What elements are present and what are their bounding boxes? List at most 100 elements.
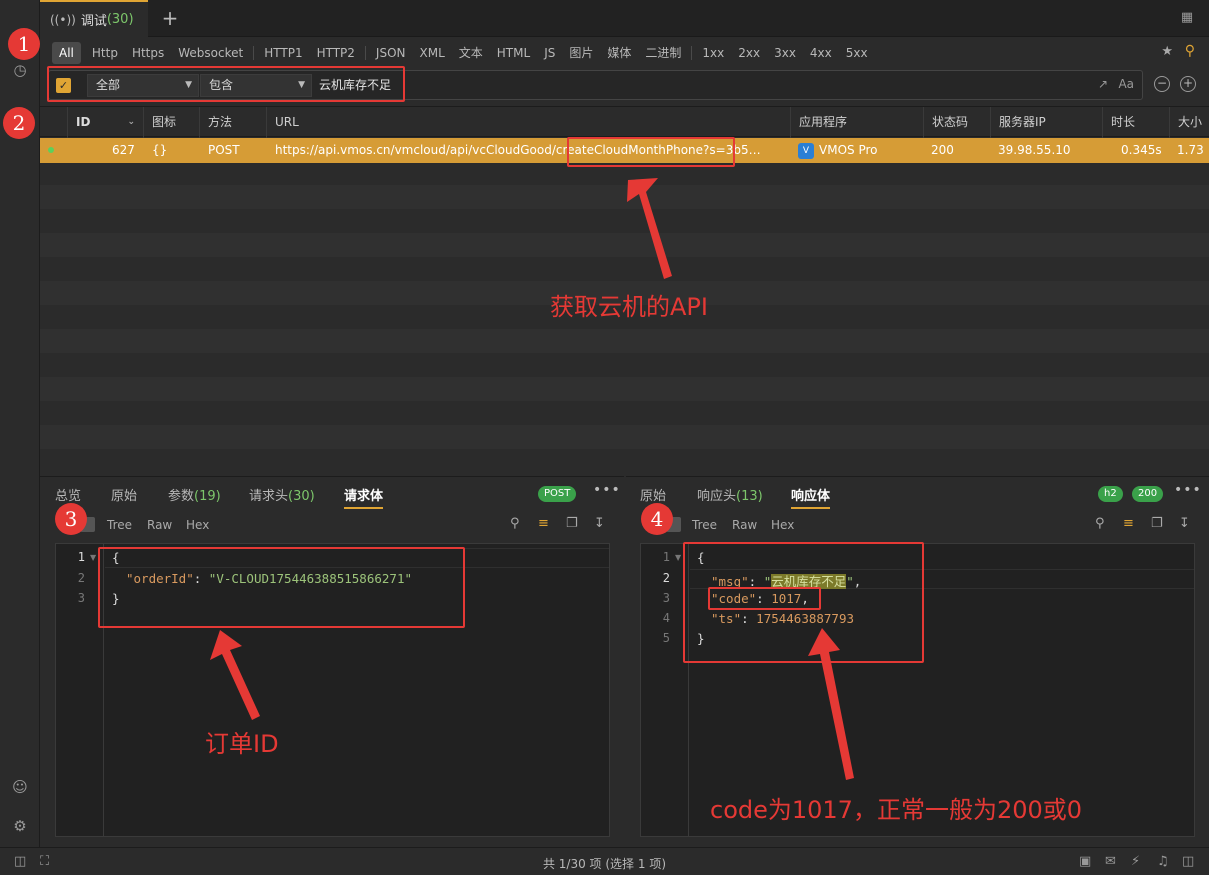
download-icon[interactable]: ↧ [1179, 516, 1190, 531]
column-app[interactable]: 应用程序 [790, 107, 923, 138]
bell-icon[interactable]: ♫ [1157, 854, 1169, 869]
wrap-icon[interactable]: ≡ [538, 516, 549, 531]
line-number: 3 [662, 591, 670, 605]
column-url[interactable]: URL [266, 107, 790, 138]
filter-media[interactable]: 媒体 [600, 42, 638, 64]
search-icon[interactable]: ⚲ [510, 516, 520, 531]
filter-4xx[interactable]: 4xx [803, 42, 839, 64]
search-icon[interactable]: ⚲ [1185, 43, 1195, 59]
settings-icon[interactable]: ⚙ [10, 816, 30, 836]
filter-2xx[interactable]: 2xx [731, 42, 767, 64]
tab-raw[interactable]: 原始 [640, 485, 666, 504]
tab-raw[interactable]: 原始 [111, 485, 137, 504]
line-gutter: 1 ▼ 2 3 4 5 [641, 544, 689, 836]
row-app: V VMOS Pro [798, 138, 877, 163]
view-raw[interactable]: Raw [732, 518, 757, 532]
view-raw[interactable]: Raw [147, 518, 172, 532]
filter-1xx[interactable]: 1xx [695, 42, 731, 64]
method-badge: POST [538, 486, 577, 502]
filter-http1[interactable]: HTTP1 [257, 42, 309, 64]
regex-icon[interactable]: ↗ [1098, 77, 1108, 91]
column-duration[interactable]: 时长 [1102, 107, 1169, 138]
fold-icon[interactable]: ▼ [90, 553, 96, 562]
selection-summary: 共 1/30 项 (选择 1 项) [542, 857, 667, 871]
annotation-code-note: code为1017，正常一般为200或0 [710, 796, 1083, 824]
filter-all[interactable]: All [52, 42, 81, 64]
filter-image[interactable]: 图片 [562, 42, 600, 64]
response-tabs: 原始 响应头(13) 响应体 h2 200 ••• [626, 477, 1209, 509]
status-dot [48, 147, 54, 153]
empty-row [40, 185, 1209, 209]
download-icon[interactable]: ↧ [594, 516, 605, 531]
line-gutter: 1 ▼ 2 3 [56, 544, 104, 836]
view-hex[interactable]: Hex [771, 518, 794, 532]
protocol-badge: h2 [1098, 486, 1123, 502]
cube-off-icon[interactable]: ▦ [1179, 10, 1195, 26]
view-tree[interactable]: Tree [107, 518, 132, 532]
tab-params[interactable]: 参数(19) [168, 485, 221, 504]
tab-response-body[interactable]: 响应体 [791, 485, 831, 509]
add-filter-button[interactable]: + [1180, 76, 1196, 92]
filter-http2[interactable]: HTTP2 [310, 42, 362, 64]
empty-row [40, 425, 1209, 449]
export-icon[interactable]: ▣ [1079, 854, 1091, 869]
wrap-icon[interactable]: ≡ [1123, 516, 1134, 531]
filter-3xx[interactable]: 3xx [767, 42, 803, 64]
filter-websocket[interactable]: Websocket [171, 42, 250, 64]
tab-debug-count: (30) [106, 12, 134, 27]
fold-icon[interactable]: ▼ [675, 553, 681, 562]
new-tab-button[interactable]: + [158, 6, 182, 30]
column-size[interactable]: 大小 [1169, 107, 1209, 138]
divider [364, 46, 366, 60]
status-bar: ◫ ⛶ 共 1/30 项 (选择 1 项) ▣ ✉ ⚡ ♫ ◫ [0, 847, 1209, 875]
column-method[interactable]: 方法 [199, 107, 266, 138]
annotation-order-note: 订单ID [205, 730, 279, 758]
filter-binary[interactable]: 二进制 [638, 42, 688, 64]
more-icon[interactable]: ••• [1174, 482, 1202, 498]
row-id: 627 [112, 143, 135, 157]
column-status[interactable]: 状态码 [923, 107, 990, 138]
tab-request-body[interactable]: 请求体 [344, 485, 384, 509]
column-server-ip[interactable]: 服务器IP [990, 107, 1102, 138]
tab-response-headers[interactable]: 响应头(13) [697, 485, 763, 504]
filter-text[interactable]: 文本 [452, 42, 490, 64]
annotation-api-note: 获取云机的API [550, 293, 708, 321]
filter-json[interactable]: JSON [369, 42, 413, 64]
copy-icon[interactable]: ❐ [566, 516, 578, 531]
view-toolbar: Tree Raw Hex ⚲ ≡ ❐ ↧ [626, 513, 1209, 537]
search-icon[interactable]: ⚲ [1095, 516, 1105, 531]
line-number: 1 [662, 550, 670, 564]
filter-http[interactable]: Http [85, 42, 125, 64]
user-icon[interactable]: ☺ [10, 777, 30, 797]
line-number: 4 [662, 611, 670, 625]
view-hex[interactable]: Hex [186, 518, 209, 532]
annotation-marker-1: 1 [8, 28, 40, 60]
tab-request-headers[interactable]: 请求头(30) [249, 485, 315, 504]
column-id[interactable]: ID ⌄ [67, 107, 143, 138]
match-case-toggle[interactable]: Aa [1118, 77, 1134, 91]
split-view-icon[interactable]: ◫ [1182, 854, 1194, 869]
tab-debug[interactable]: ((•)) 调试 (30) [40, 0, 148, 37]
more-icon[interactable]: ••• [593, 482, 621, 498]
remove-filter-button[interactable]: − [1154, 76, 1170, 92]
table-header: ID ⌄ 图标 方法 URL 应用程序 状态码 服务器IP 时长 大小 [40, 106, 1209, 138]
comment-icon[interactable]: ✉ [1105, 854, 1116, 869]
annotation-marker-3: 3 [55, 503, 87, 535]
line-number: 3 [77, 591, 85, 605]
view-tree[interactable]: Tree [692, 518, 717, 532]
empty-row [40, 329, 1209, 353]
bookmark-icon[interactable]: ★ [1161, 44, 1173, 59]
lightning-icon[interactable]: ⚡ [1131, 854, 1140, 869]
tab-overview[interactable]: 总览 [55, 485, 81, 504]
filter-xml[interactable]: XML [413, 42, 452, 64]
filter-html[interactable]: HTML [490, 42, 537, 64]
line-number: 5 [662, 631, 670, 645]
history-icon[interactable]: ◷ [10, 60, 30, 80]
column-icon[interactable]: 图标 [143, 107, 199, 138]
app-window: ◷ ☺ ⚙ ((•)) 调试 (30) + ▦ All Http Https W… [0, 0, 1209, 875]
antenna-icon: ((•)) [50, 12, 76, 27]
filter-js[interactable]: JS [537, 42, 562, 64]
filter-https[interactable]: Https [125, 42, 171, 64]
copy-icon[interactable]: ❐ [1151, 516, 1163, 531]
filter-5xx[interactable]: 5xx [839, 42, 875, 64]
